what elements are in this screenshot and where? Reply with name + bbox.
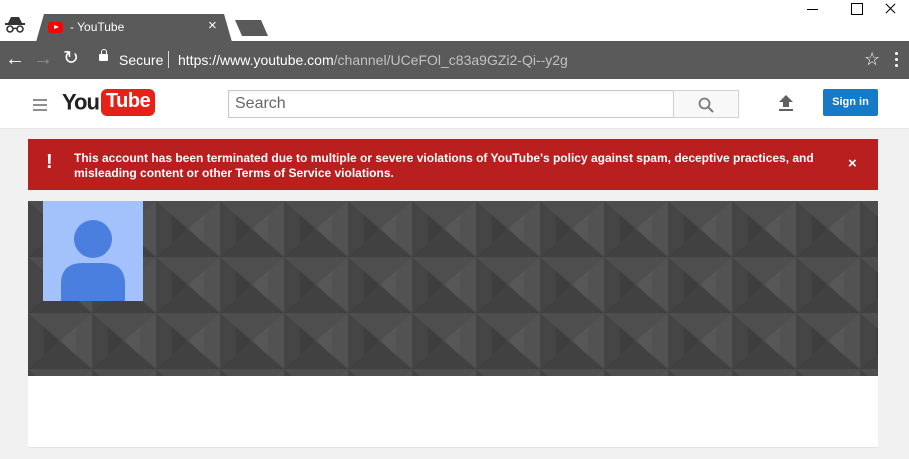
reload-icon[interactable]: ↻ bbox=[60, 48, 82, 70]
channel-avatar[interactable] bbox=[43, 201, 143, 301]
logo-you-text: You bbox=[62, 89, 100, 115]
search-button[interactable] bbox=[673, 90, 739, 118]
alert-close-button[interactable]: × bbox=[848, 155, 857, 172]
search-input[interactable] bbox=[228, 90, 673, 118]
url-path: /channel/UCeFOl_c83a9GZi2-Qi--y2g bbox=[333, 52, 568, 68]
url-separator bbox=[168, 51, 169, 68]
tab-close-button[interactable]: × bbox=[208, 18, 217, 33]
upload-icon[interactable] bbox=[777, 94, 795, 112]
address-bar[interactable]: https://www.youtube.com/channel/UCeFOl_c… bbox=[178, 52, 568, 68]
lock-icon bbox=[99, 49, 108, 61]
youtube-logo[interactable]: You Tube bbox=[62, 89, 156, 119]
new-tab-button[interactable] bbox=[235, 20, 268, 36]
window-minimize-button[interactable] bbox=[790, 0, 836, 22]
secure-label[interactable]: Secure bbox=[119, 52, 163, 68]
sign-in-button[interactable]: Sign in bbox=[823, 89, 878, 116]
url-host: https://www.youtube.com bbox=[178, 52, 334, 68]
more-vert-icon[interactable] bbox=[895, 52, 899, 70]
account-terminated-alert: ! This account has been terminated due t… bbox=[28, 139, 878, 190]
back-arrow-icon[interactable]: ← bbox=[4, 48, 26, 70]
search-icon bbox=[698, 97, 714, 113]
incognito-icon bbox=[5, 17, 25, 33]
youtube-header: YouTube Sign in bbox=[0, 79, 909, 129]
alert-message: This account has been terminated due to … bbox=[74, 151, 814, 180]
guide-menu-icon[interactable] bbox=[33, 99, 47, 114]
channel-banner bbox=[28, 201, 878, 376]
channel-content-panel bbox=[28, 376, 878, 448]
window-close-button[interactable] bbox=[870, 0, 909, 22]
default-user-icon bbox=[61, 220, 125, 301]
logo-tube-text: Tube bbox=[100, 89, 156, 116]
bookmark-star-icon[interactable]: ☆ bbox=[864, 49, 880, 70]
youtube-favicon-icon bbox=[48, 22, 63, 33]
forward-arrow-icon[interactable]: → bbox=[32, 48, 54, 70]
alert-exclamation-icon: ! bbox=[46, 151, 53, 173]
browser-tab[interactable]: - YouTube × bbox=[36, 14, 232, 42]
tab-title: - YouTube bbox=[70, 20, 125, 34]
browser-titlebar: - YouTube × bbox=[0, 0, 909, 42]
browser-toolbar: ← → ↻ Secure https://www.youtube.com/cha… bbox=[0, 41, 909, 79]
banner-pattern bbox=[28, 201, 878, 376]
